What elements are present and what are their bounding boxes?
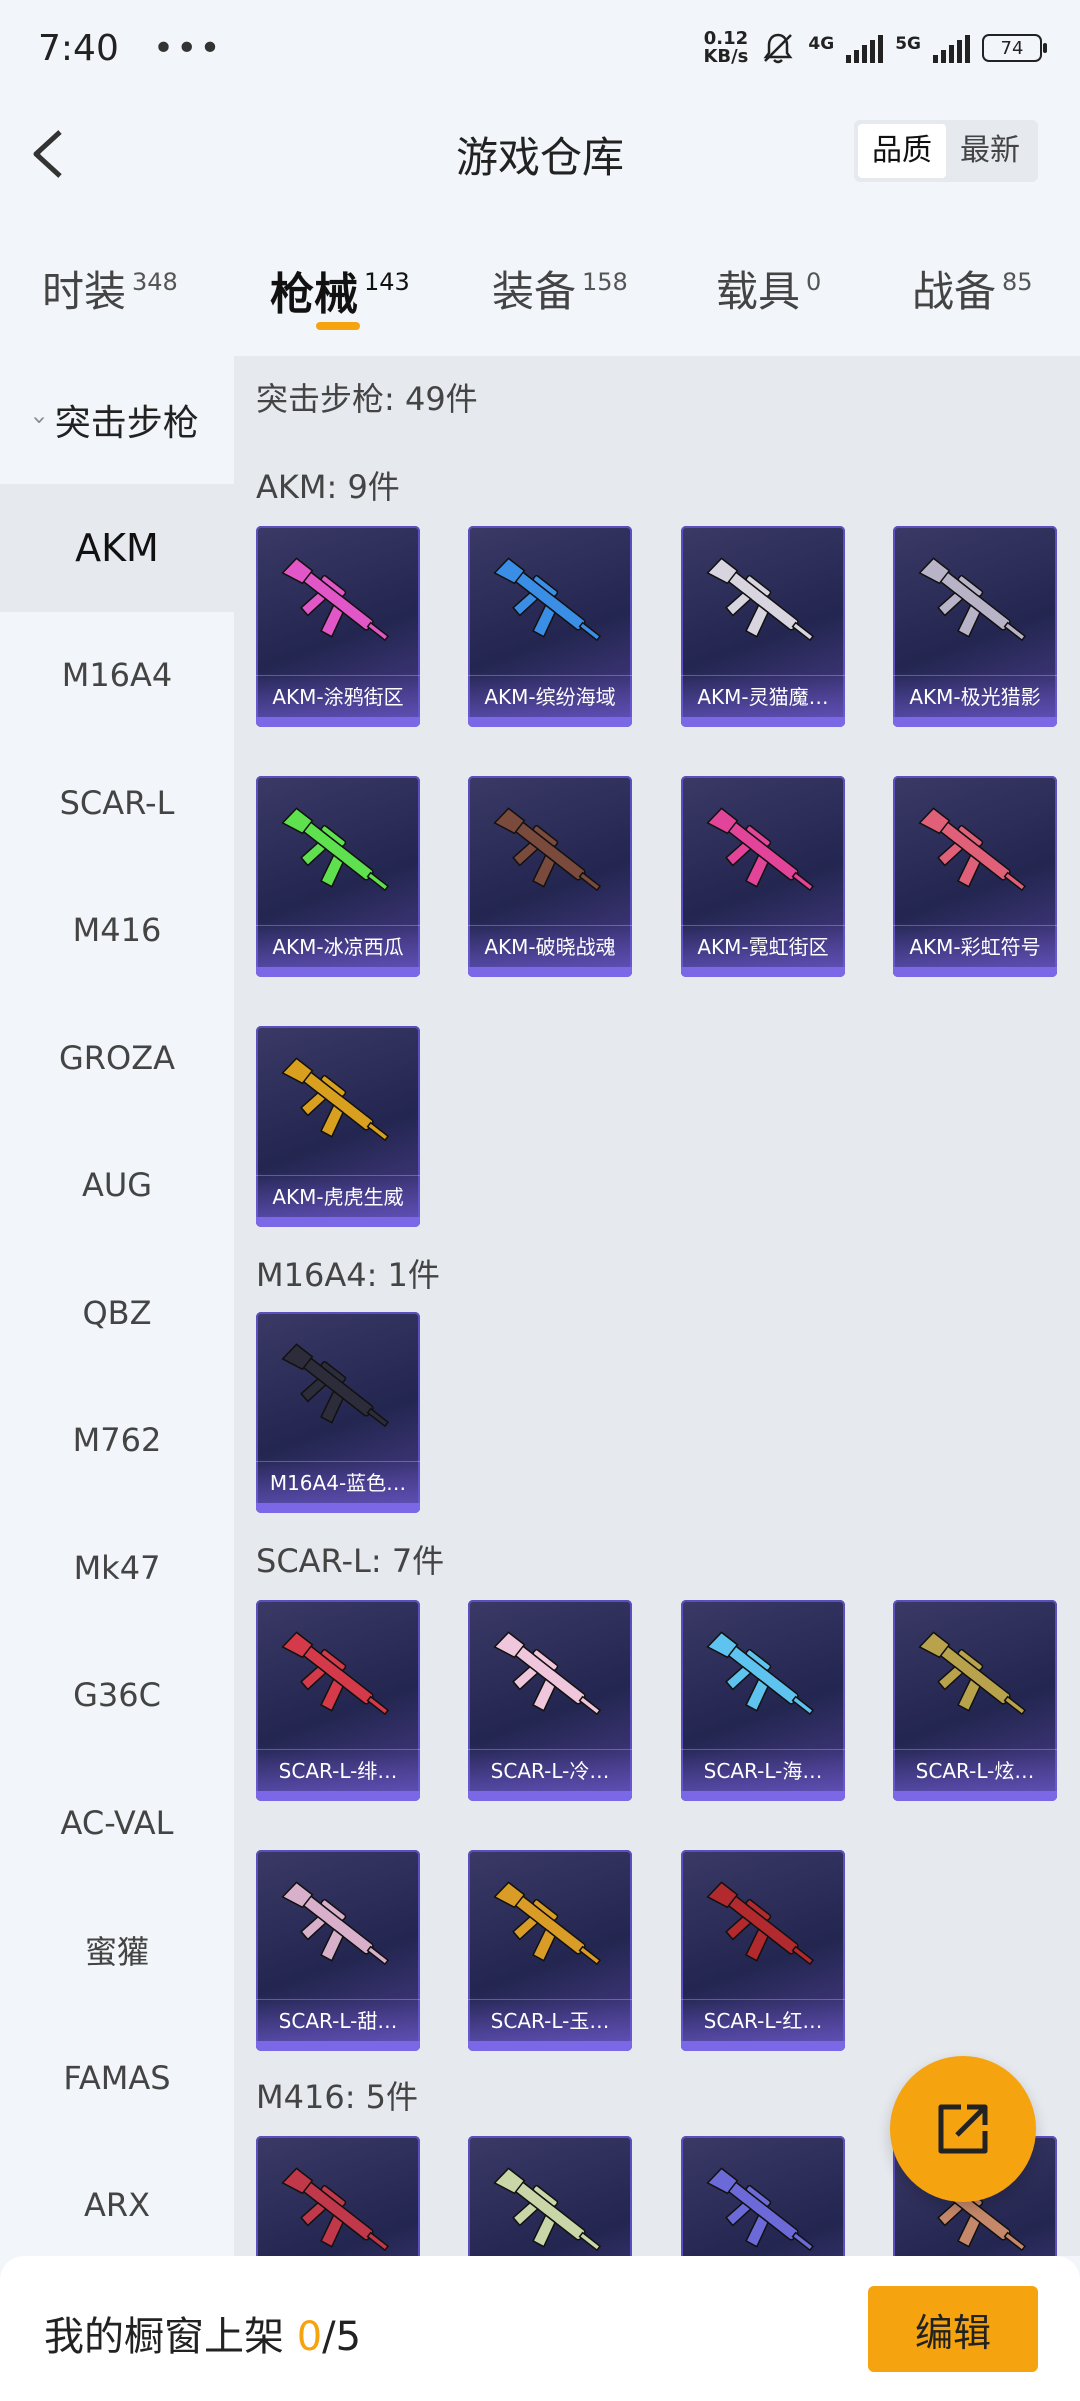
header: 游戏仓库 品质 最新: [0, 96, 1080, 208]
sidebar-item-g36c[interactable]: G36C: [0, 1632, 234, 1760]
skin-card[interactable]: AKM-彩虹符号: [893, 776, 1057, 977]
sidebar-item-m762[interactable]: M762: [0, 1377, 234, 1505]
weapon-grid: 突击步枪: 49件 AKM: 9件 AKM-涂鸦街区 AKM-缤纷海域 AKM-…: [234, 356, 1080, 2256]
rifle-image: [493, 2167, 602, 2252]
sidebar-item-m16a4[interactable]: M16A4: [0, 612, 234, 740]
skin-card[interactable]: AKM-破晓战魂: [468, 776, 632, 977]
skin-card[interactable]: SCAR-L-海…: [681, 1600, 845, 1801]
skin-card[interactable]: [468, 2136, 632, 2256]
sidebar-item-honey-badger[interactable]: 蜜獾: [0, 1887, 234, 2015]
tab-active-indicator: [316, 322, 360, 330]
skin-card[interactable]: M16A4-蓝色…: [256, 1312, 420, 1513]
skin-card[interactable]: SCAR-L-冷…: [468, 1600, 632, 1801]
tab-fashion[interactable]: 时装 348: [42, 258, 178, 319]
skin-card[interactable]: AKM-霓虹街区: [681, 776, 845, 977]
group-title-scar-l: SCAR-L: 7件: [256, 1542, 445, 1580]
sort-quality-button[interactable]: 品质: [858, 124, 946, 178]
bell-muted-icon: [763, 33, 793, 64]
tab-vehicles[interactable]: 载具 0: [716, 258, 821, 319]
rifle-image: [281, 2167, 390, 2252]
sidebar-item-qbz[interactable]: QBZ: [0, 1249, 234, 1377]
rifle-image: [706, 1881, 815, 1966]
edit-button[interactable]: 编辑: [868, 2286, 1038, 2372]
skin-card[interactable]: AKM-虎虎生威: [256, 1026, 420, 1227]
skin-card[interactable]: SCAR-L-玉…: [468, 1850, 632, 2051]
chevron-down-icon: ›: [25, 415, 54, 425]
skin-card[interactable]: SCAR-L-红…: [681, 1850, 845, 2051]
rifle-image: [281, 1631, 390, 1716]
signal-icon-2: [933, 33, 970, 63]
skin-card[interactable]: [256, 2136, 420, 2256]
sidebar-item-scar-l[interactable]: SCAR-L: [0, 739, 234, 867]
skin-card[interactable]: AKM-冰凉西瓜: [256, 776, 420, 977]
weapon-sidebar: › 突击步枪 AKM M16A4 SCAR-L M416 GROZA AUG Q…: [0, 356, 234, 2256]
rifle-image: [493, 557, 602, 642]
tab-guns[interactable]: 枪械 143: [270, 258, 410, 322]
sidebar-item-aug[interactable]: AUG: [0, 1122, 234, 1250]
rifle-image: [281, 807, 390, 892]
showcase-total: /5: [322, 2314, 362, 2360]
status-bar: 7:40 ••• 0.12 KB/s 4G 5G 74: [0, 0, 1080, 96]
rifle-image: [281, 1343, 390, 1428]
sort-toggle: 品质 最新: [854, 120, 1038, 182]
sidebar-item-m416[interactable]: M416: [0, 867, 234, 995]
rifle-image: [493, 1631, 602, 1716]
showcase-label: 我的橱窗上架 0/5: [44, 2314, 362, 2360]
net-speed: 0.12 KB/s: [703, 28, 749, 67]
sort-latest-button[interactable]: 最新: [946, 124, 1034, 178]
sidebar-item-mk47[interactable]: Mk47: [0, 1504, 234, 1632]
skin-card[interactable]: AKM-极光猎影: [893, 526, 1057, 727]
tab-equipment[interactable]: 装备 158: [492, 258, 628, 319]
skin-card[interactable]: AKM-灵猫魔…: [681, 526, 845, 727]
rifle-image: [281, 1881, 390, 1966]
rifle-image: [918, 1631, 1027, 1716]
group-title-m16a4: M16A4: 1件: [256, 1256, 440, 1294]
rifle-image: [281, 557, 390, 642]
sidebar-item-groza[interactable]: GROZA: [0, 994, 234, 1122]
tab-supplies[interactable]: 战备 85: [912, 258, 1033, 319]
sidebar-item-ac-val[interactable]: AC-VAL: [0, 1759, 234, 1887]
skin-card[interactable]: [681, 2136, 845, 2256]
showcase-bar: 我的橱窗上架 0/5 编辑: [0, 2256, 1080, 2401]
group-title-m416: M416: 5件: [256, 2078, 419, 2116]
status-right: 0.12 KB/s 4G 5G 74: [703, 28, 1047, 67]
status-time: 7:40: [38, 27, 119, 69]
skin-card[interactable]: SCAR-L-甜…: [256, 1850, 420, 2051]
battery-icon: 74: [982, 34, 1047, 62]
rifle-image: [706, 1631, 815, 1716]
skin-card[interactable]: SCAR-L-炫…: [893, 1600, 1057, 1801]
signal-icon: [846, 33, 884, 63]
sidebar-item-famas[interactable]: FAMAS: [0, 2014, 234, 2142]
rifle-image: [493, 1881, 602, 1966]
rifle-image: [706, 807, 815, 892]
showcase-current: 0: [296, 2314, 323, 2360]
sidebar-category[interactable]: › 突击步枪: [0, 356, 234, 484]
skin-card[interactable]: AKM-涂鸦街区: [256, 526, 420, 727]
sidebar-item-akm[interactable]: AKM: [0, 484, 234, 612]
rifle-image: [706, 557, 815, 642]
status-more-dots: •••: [152, 27, 223, 69]
rifle-image: [706, 2167, 815, 2252]
rifle-image: [281, 1057, 390, 1142]
share-button[interactable]: [890, 2056, 1036, 2202]
skin-card[interactable]: AKM-缤纷海域: [468, 526, 632, 727]
group-title-akm: AKM: 9件: [256, 468, 400, 506]
rifle-image: [493, 807, 602, 892]
category-tabs: 时装 348 枪械 143 装备 158 载具 0 战备 85: [0, 240, 1080, 340]
net-gen-4g: 4G: [808, 34, 835, 54]
rifle-image: [918, 807, 1027, 892]
skin-card[interactable]: SCAR-L-绯…: [256, 1600, 420, 1801]
category-summary: 突击步枪: 49件: [256, 380, 478, 418]
external-link-icon: [938, 2104, 988, 2154]
rifle-image: [918, 557, 1027, 642]
sidebar-item-arx[interactable]: ARX: [0, 2142, 234, 2270]
net-gen-5g: 5G: [895, 34, 921, 54]
